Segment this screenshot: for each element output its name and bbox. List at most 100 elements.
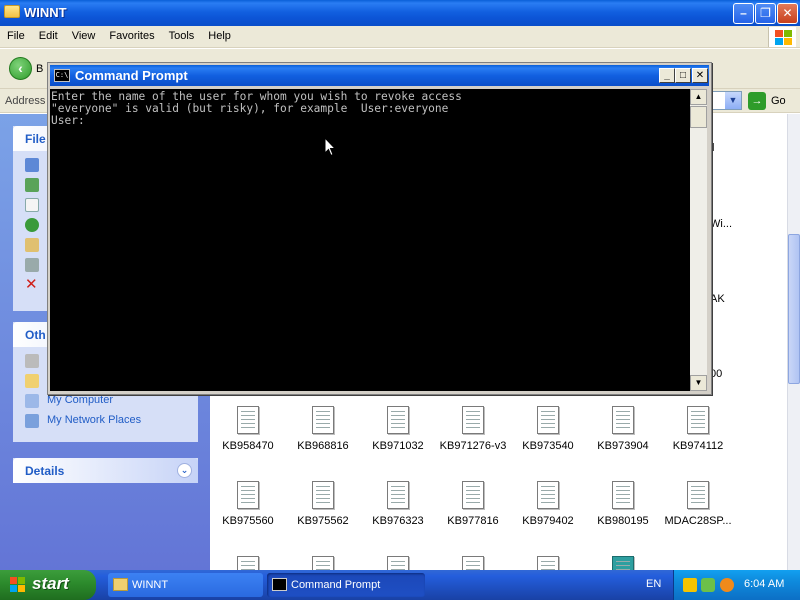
my-computer-label[interactable]: My Computer (47, 394, 113, 406)
file-item[interactable]: KB974112 (663, 406, 733, 452)
scrollbar-thumb[interactable] (788, 234, 800, 384)
file-name: MDAC28SP... (664, 515, 732, 527)
chevron-down-icon[interactable]: ▼ (725, 92, 741, 109)
cmd-scrollbar[interactable]: ▲ ▼ (690, 89, 707, 391)
file-item[interactable]: KB968816 (288, 406, 358, 452)
cmd-minimize-button[interactable]: _ (659, 68, 675, 83)
details-header[interactable]: Details ⌄ (13, 458, 198, 483)
command-prompt-window: C:\ Command Prompt _ □ ✕ Enter the name … (47, 62, 712, 395)
chevron-down-icon[interactable]: ⌄ (177, 463, 192, 478)
taskbar-item-label: Command Prompt (291, 579, 381, 591)
search-icon[interactable] (720, 578, 734, 592)
task-icon[interactable] (25, 178, 39, 192)
file-item[interactable] (363, 556, 433, 570)
system-tray: 6:04 AM (673, 570, 800, 600)
file-item[interactable] (513, 556, 583, 570)
task-icon[interactable] (25, 198, 39, 212)
folder-icon (113, 578, 128, 591)
partial-filename[interactable]: Wi... (710, 218, 732, 230)
cmd-maximize-button[interactable]: □ (675, 68, 691, 83)
cmd-close-button[interactable]: ✕ (692, 68, 708, 83)
cmd-icon (272, 578, 287, 591)
go-button-label[interactable]: Go (771, 95, 786, 107)
my-network-places-label[interactable]: My Network Places (47, 414, 141, 426)
menu-view[interactable]: View (65, 26, 103, 46)
file-name: KB973540 (522, 440, 574, 452)
start-button[interactable]: start (0, 570, 96, 600)
console-output[interactable]: Enter the name of the user for whom you … (50, 89, 690, 391)
back-arrow-icon[interactable]: ‹ (9, 57, 32, 80)
delete-icon[interactable]: ✕ (25, 277, 39, 292)
taskbar-item-command-prompt[interactable]: Command Prompt (267, 573, 425, 597)
text-file-icon (687, 406, 709, 434)
explorer-title: WINNT (24, 5, 67, 20)
task-icon[interactable] (25, 158, 39, 172)
partial-filename[interactable]: AK (710, 293, 725, 305)
minimize-button[interactable]: – (733, 3, 754, 24)
windows-logo-icon (768, 27, 796, 47)
file-name: KB980195 (597, 515, 649, 527)
file-item[interactable]: KB973904 (588, 406, 658, 452)
text-file-icon (387, 406, 409, 434)
security-shield-icon[interactable] (683, 578, 697, 592)
setup-file-icon (612, 556, 634, 570)
menu-favorites[interactable]: Favorites (102, 26, 161, 46)
text-file-icon (537, 481, 559, 509)
my-network-places-link[interactable]: My Network Places (23, 411, 188, 431)
text-file-icon (387, 556, 409, 570)
file-name: KB976323 (372, 515, 424, 527)
close-button[interactable]: ✕ (777, 3, 798, 24)
folder-icon (4, 5, 20, 18)
computer-icon (25, 394, 39, 408)
language-indicator[interactable]: EN (646, 578, 661, 590)
file-item[interactable] (213, 556, 283, 570)
partial-filename[interactable]: l (712, 142, 714, 154)
text-file-icon (612, 406, 634, 434)
file-item[interactable]: KB976323 (363, 481, 433, 527)
network-icon[interactable] (701, 578, 715, 592)
file-item[interactable]: KB973540 (513, 406, 583, 452)
file-item[interactable]: KB958470 (213, 406, 283, 452)
file-item[interactable]: KB979402 (513, 481, 583, 527)
vertical-scrollbar[interactable] (787, 114, 800, 570)
scroll-down-arrow-icon[interactable]: ▼ (690, 375, 707, 391)
file-item[interactable] (288, 556, 358, 570)
file-name: KB973904 (597, 440, 649, 452)
cmd-scroll-thumb[interactable] (690, 106, 707, 128)
file-item[interactable]: MDAC28SP... (663, 481, 733, 527)
file-item[interactable] (588, 556, 658, 570)
cmd-titlebar[interactable]: C:\ Command Prompt _ □ ✕ (50, 65, 709, 86)
menu-help[interactable]: Help (201, 26, 238, 46)
file-item[interactable]: KB971032 (363, 406, 433, 452)
file-item[interactable]: KB975560 (213, 481, 283, 527)
file-item[interactable]: KB977816 (438, 481, 508, 527)
file-item[interactable] (438, 556, 508, 570)
text-file-icon (462, 481, 484, 509)
explorer-titlebar[interactable]: WINNT – ❐ ✕ (0, 0, 800, 26)
cmd-icon: C:\ (54, 69, 70, 82)
go-arrow-icon[interactable]: → (748, 92, 766, 110)
folder-icon[interactable] (25, 374, 39, 388)
maximize-button[interactable]: ❐ (755, 3, 776, 24)
file-item[interactable]: KB971276-v3 (438, 406, 508, 452)
task-icon[interactable] (25, 218, 39, 232)
menu-tools[interactable]: Tools (162, 26, 202, 46)
file-name: KB971032 (372, 440, 424, 452)
console-prompt-line[interactable]: User: (51, 115, 689, 127)
task-icon[interactable] (25, 238, 39, 252)
menu-edit[interactable]: Edit (32, 26, 65, 46)
file-name: KB977816 (447, 515, 499, 527)
details-panel: Details ⌄ (13, 458, 198, 483)
text-file-icon (312, 556, 334, 570)
clock[interactable]: 6:04 AM (744, 578, 784, 590)
menu-file[interactable]: File (0, 26, 32, 46)
scroll-up-arrow-icon[interactable]: ▲ (690, 89, 707, 105)
file-item[interactable]: KB975562 (288, 481, 358, 527)
text-file-icon (462, 406, 484, 434)
printer-icon[interactable] (25, 258, 39, 272)
details-header-label: Details (25, 464, 65, 478)
file-item[interactable]: KB980195 (588, 481, 658, 527)
back-button-label[interactable]: B (36, 63, 43, 75)
taskbar-item-winnt[interactable]: WINNT (108, 573, 263, 597)
drive-icon[interactable] (25, 354, 39, 368)
